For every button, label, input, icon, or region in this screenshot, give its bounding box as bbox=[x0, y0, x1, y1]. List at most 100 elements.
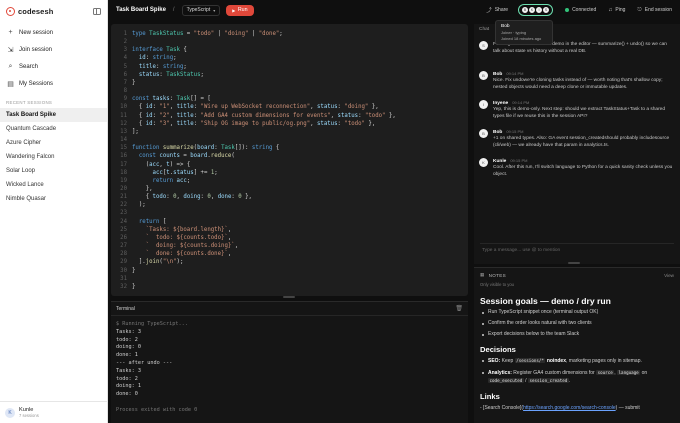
end-session-button[interactable]: ⎋ End session bbox=[637, 7, 672, 14]
participant-avatar[interactable]: S bbox=[542, 6, 551, 14]
code-line: 1 type TaskStatus = "todo" | "doing" | "d… bbox=[111, 30, 396, 38]
code-line: 7} bbox=[111, 79, 396, 87]
chat-notes-resize-handle[interactable] bbox=[568, 262, 580, 264]
recent-session-item[interactable]: Wandering Falcon bbox=[0, 150, 107, 164]
user-profile[interactable]: K Kunle 7 sessions bbox=[0, 401, 108, 423]
run-label: Run bbox=[237, 7, 248, 13]
code-token: { bbox=[132, 104, 146, 111]
code-token: string bbox=[251, 145, 273, 152]
code-token: type bbox=[132, 31, 150, 37]
end-session-label: End session bbox=[644, 7, 672, 13]
code-token: ]. bbox=[132, 259, 146, 266]
code-token: acc bbox=[176, 177, 187, 184]
code-line: 3 interface Task { bbox=[111, 46, 396, 54]
share-button[interactable]: ⤴ Share bbox=[486, 6, 508, 14]
code-line: 6 status: TaskStatus; bbox=[111, 71, 396, 79]
line-number: 3 bbox=[123, 47, 127, 54]
goal-item: Export decisions below to the team Slack bbox=[480, 331, 674, 338]
participants-group[interactable]: BKIS bbox=[518, 4, 554, 16]
line-number: 27 bbox=[120, 243, 127, 250]
sidebar-action-new-session[interactable]: + New session bbox=[0, 24, 107, 41]
recent-session-item[interactable]: Azure Cipher bbox=[0, 136, 107, 150]
code-token: [ bbox=[162, 218, 167, 225]
run-button[interactable]: ▶ Run bbox=[226, 4, 254, 16]
seo-pre: Keep bbox=[501, 358, 515, 364]
code-token: join bbox=[145, 259, 160, 266]
code-token: }, bbox=[364, 120, 376, 127]
line-number: 31 bbox=[120, 275, 127, 282]
code-token: , bbox=[169, 120, 177, 127]
terminal-line: doing: 1 bbox=[116, 383, 141, 390]
code-token: done bbox=[217, 194, 232, 201]
code-editor[interactable]: 1 type TaskStatus = "todo" | "doing" | "d… bbox=[111, 24, 468, 296]
line-number: 30 bbox=[120, 267, 127, 274]
title-separator: / bbox=[172, 7, 175, 13]
line-number: 12 bbox=[120, 120, 127, 127]
sidebar-action-search[interactable]: ⌕ Search bbox=[0, 58, 107, 75]
play-icon: ▶ bbox=[232, 7, 236, 13]
code-line: 5 title: string; bbox=[111, 63, 396, 71]
notes-body[interactable]: Session goals — demo / dry run Run TypeS… bbox=[474, 296, 680, 411]
status-label: Connected bbox=[572, 7, 597, 13]
recent-session-item[interactable]: Nimble Quasar bbox=[0, 192, 107, 206]
notes-view-toggle[interactable]: View bbox=[664, 273, 674, 278]
code-token: ` todo: ${counts.todo}` bbox=[145, 234, 228, 241]
chat-author: Bob bbox=[493, 130, 503, 135]
code-token: id bbox=[145, 112, 153, 119]
link-url[interactable]: https://search.google.com/search-console bbox=[523, 405, 616, 411]
notes-visibility: Only visible to you bbox=[480, 282, 514, 287]
code-token: ` doing: ${counts.doing}` bbox=[145, 243, 235, 250]
code-token: : bbox=[193, 120, 201, 127]
recent-session-item[interactable]: Task Board Spike bbox=[0, 108, 107, 122]
ping-button[interactable]: ♫ Ping bbox=[608, 7, 625, 13]
chat-author: Inyene bbox=[493, 101, 509, 106]
chat-message-header: Bob 09:14 PM bbox=[493, 71, 675, 77]
recent-session-item[interactable]: Solar Loop bbox=[0, 164, 107, 178]
recent-session-item[interactable]: Wicked Lance bbox=[0, 178, 107, 192]
sidebar-action-label: Join session bbox=[19, 46, 53, 53]
code-content[interactable]: 1 type TaskStatus = "todo" | "doing" | "d… bbox=[111, 30, 396, 291]
code-token: status bbox=[173, 169, 194, 176]
sidebar-action-my-sessions[interactable]: ▤ My Sessions bbox=[0, 75, 107, 92]
line-number: 7 bbox=[123, 79, 127, 86]
chat-message-content: Bob 09:14 PM Nice. Fix undowe're cloning t… bbox=[493, 71, 675, 92]
chat-message-content: Bob 09:15 PM +1 on shared types. Also: GA … bbox=[493, 129, 675, 150]
code-line: 15 function summarize(board: Task[]): str… bbox=[111, 144, 396, 152]
line-number: 4 bbox=[123, 55, 127, 62]
code-token: "doing" bbox=[344, 104, 369, 111]
recent-session-item[interactable]: Quantum Cascade bbox=[0, 122, 107, 136]
code-token: , bbox=[234, 243, 239, 250]
language-select[interactable]: TypeScript ▾ bbox=[181, 4, 221, 16]
code-line: 25 `Tasks: ${board.length}`, bbox=[111, 226, 396, 234]
logo-icon bbox=[6, 6, 15, 16]
notes-label: NOTES bbox=[488, 272, 506, 278]
code-token: return bbox=[152, 177, 177, 184]
chat-message-header: Inyene 09:14 PM bbox=[493, 100, 675, 106]
chat-input[interactable]: Type a message... use @ to mention bbox=[480, 243, 674, 257]
code-line: 11 { id: "2", title: "Add GA4 custom dim… bbox=[111, 112, 396, 120]
code-token: , bbox=[169, 112, 177, 119]
code-line: 14 bbox=[111, 136, 396, 144]
editor-terminal-resize-handle[interactable] bbox=[283, 296, 295, 298]
sidebar-action-join-session[interactable]: ⇲ Join session bbox=[0, 41, 107, 58]
terminal-line: Process exited with code 0 bbox=[116, 406, 198, 413]
top-bar: Task Board Spike / TypeScript ▾ ▶ Run ⤴ … bbox=[108, 0, 680, 20]
line-number: 24 bbox=[120, 218, 127, 225]
code-token: Task bbox=[221, 145, 235, 152]
user-session-count: 7 sessions bbox=[19, 413, 39, 418]
search-console-link[interactable]: - [Search Console](https://search.google… bbox=[480, 405, 674, 411]
chat-avatar: B bbox=[479, 129, 488, 138]
chat-timestamp: 09:15 PM bbox=[510, 158, 528, 163]
logo-row: codesesh bbox=[0, 0, 107, 22]
chat-avatar: K bbox=[479, 158, 488, 167]
collapse-sidebar-icon[interactable] bbox=[93, 7, 101, 15]
sidebar-action-label: New session bbox=[19, 29, 54, 36]
trash-icon[interactable]: 🗑 bbox=[455, 305, 463, 312]
code-token: "doing" bbox=[224, 31, 249, 37]
code-token: title bbox=[176, 112, 194, 119]
analytics-code-created: session_created bbox=[527, 378, 569, 383]
